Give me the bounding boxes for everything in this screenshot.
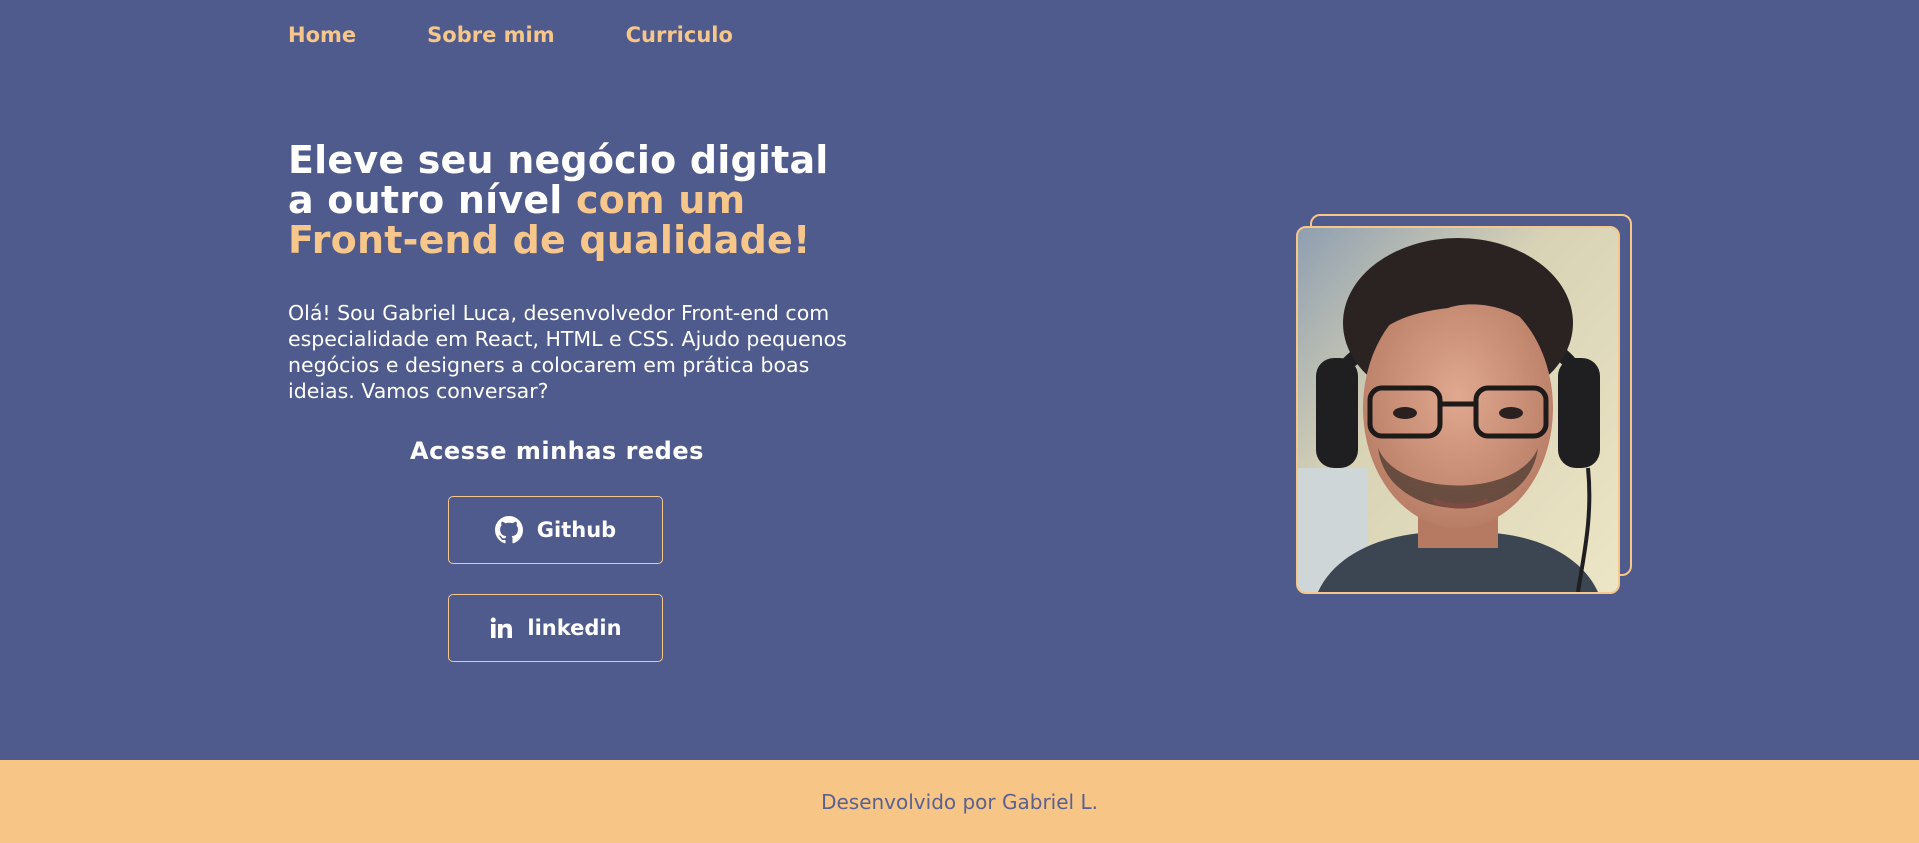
hero-title: Eleve seu negócio digital a outro nível … xyxy=(288,140,848,260)
github-button[interactable]: Github xyxy=(448,496,663,564)
github-button-label: Github xyxy=(536,518,617,542)
linkedin-icon xyxy=(489,616,513,640)
github-icon xyxy=(494,516,523,544)
top-nav: Home Sobre mim Curriculo xyxy=(288,22,804,48)
footer: Desenvolvido por Gabriel L. xyxy=(0,760,1919,843)
nav-curriculo-link[interactable]: Curriculo xyxy=(626,22,733,48)
intro-text: Olá! Sou Gabriel Luca, desenvolvedor Fro… xyxy=(288,301,847,403)
nav-home-link[interactable]: Home xyxy=(288,22,356,48)
linkedin-button[interactable]: linkedin xyxy=(448,594,663,662)
footer-text: Desenvolvido por Gabriel L. xyxy=(821,789,1098,814)
profile-photo xyxy=(1296,226,1620,594)
linkedin-button-label: linkedin xyxy=(527,616,622,640)
hero-title-main: Eleve seu negócio digital a outro nível xyxy=(288,138,829,222)
nav-sobre-mim-link[interactable]: Sobre mim xyxy=(427,22,554,48)
social-heading: Acesse minhas redes xyxy=(410,437,704,465)
